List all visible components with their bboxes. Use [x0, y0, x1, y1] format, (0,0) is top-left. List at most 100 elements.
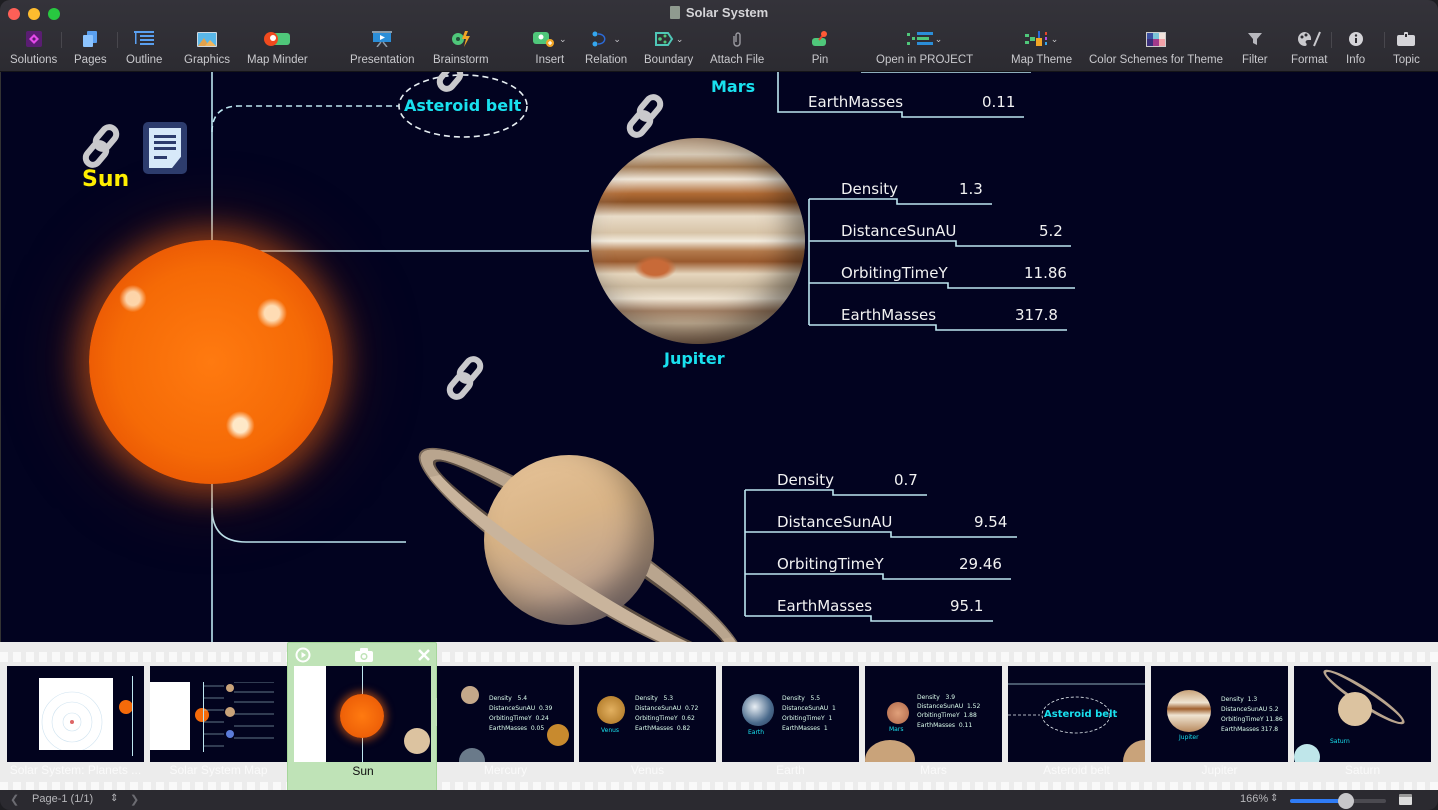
- thumb-text: OrbitingTimeY 0.24: [489, 715, 549, 722]
- trunk-thumb: [132, 676, 133, 756]
- toolbar-graphics-button[interactable]: Graphics: [184, 28, 230, 70]
- asteroid-belt-topic-label[interactable]: Asteroid belt: [404, 96, 521, 115]
- zoom-slider-knob[interactable]: [1337, 793, 1354, 809]
- saturn-density-value[interactable]: 0.7: [894, 471, 918, 489]
- thumb-text: Venus: [601, 727, 620, 734]
- toolbar-attach-file-button[interactable]: Attach File: [710, 28, 764, 70]
- saturn-orbit-line: [745, 573, 1011, 580]
- jupiter-density-value[interactable]: 1.3: [959, 180, 983, 198]
- mars-property-name[interactable]: EarthMasses: [808, 93, 903, 111]
- toolbar-relation-button[interactable]: ⌄ Relation: [585, 28, 627, 70]
- zoom-slider[interactable]: [1290, 793, 1386, 809]
- toolbar-outline-button[interactable]: Outline: [126, 28, 162, 70]
- jupiter-density-name[interactable]: Density: [841, 180, 898, 198]
- saturn-distance-name[interactable]: DistanceSunAU: [777, 513, 892, 531]
- jupiter-mass-name[interactable]: EarthMasses: [841, 306, 936, 324]
- sun-topic-label[interactable]: Sun: [82, 167, 129, 192]
- page-stepper-icon[interactable]: ⇕: [110, 793, 118, 804]
- asteroid-belt-connector: [211, 105, 399, 133]
- saturn-orbit-name[interactable]: OrbitingTimeY: [777, 555, 884, 573]
- toolbar-label: Topic: [1393, 54, 1420, 66]
- panel-toggle-icon[interactable]: [1399, 794, 1412, 805]
- toolbar: Solar System Solutions Pages Outline Gra…: [0, 0, 1438, 72]
- note-icon[interactable]: [143, 122, 187, 174]
- slide-thumbnail[interactable]: Density 5.5 DistanceSunAU 1 OrbitingTime…: [722, 666, 859, 762]
- toolbar-boundary-button[interactable]: ⌄ Boundary: [644, 28, 693, 70]
- chevron-down-icon: ⌄: [934, 33, 943, 44]
- saturn-mass-value[interactable]: 95.1: [950, 597, 983, 615]
- previous-page-icon[interactable]: ❮: [10, 793, 19, 806]
- graphics-icon: [197, 28, 218, 50]
- mind-map-canvas[interactable]: Sun Asteroid belt Mars EarthMasses 0.11 …: [0, 72, 1438, 642]
- thumb-text: Saturn: [1330, 738, 1350, 745]
- slide-label: Saturn: [1344, 763, 1381, 777]
- toolbar-pages-button[interactable]: Pages: [74, 28, 107, 70]
- toolbar-presentation-button[interactable]: Presentation: [350, 28, 415, 70]
- slide-thumbnail[interactable]: Density 5.4 DistanceSunAU 0.39 OrbitingT…: [437, 666, 574, 762]
- chevron-down-icon: ⌄: [613, 33, 621, 44]
- mars-topic-label[interactable]: Mars: [711, 77, 755, 96]
- toolbar-topic-button[interactable]: Topic: [1393, 28, 1420, 70]
- map-theme-icon: ⌄: [1024, 28, 1059, 50]
- slide-thumbnail[interactable]: [150, 666, 287, 762]
- slide-label: Venus: [630, 763, 665, 777]
- toolbar-insert-button[interactable]: ⌄ Insert: [533, 28, 567, 70]
- sun-image[interactable]: [89, 240, 333, 484]
- play-icon[interactable]: [295, 647, 311, 667]
- link-icon[interactable]: [441, 352, 493, 404]
- slide-thumbnail[interactable]: [7, 666, 144, 762]
- chevron-down-icon: ⌄: [675, 33, 684, 44]
- slide-filmstrip[interactable]: Sun + Solar System: Planets ... Solar Sy…: [0, 642, 1438, 790]
- slide-thumbnail-selected[interactable]: [294, 666, 431, 762]
- toolbar-map-theme-button[interactable]: ⌄ Map Theme: [1011, 28, 1072, 70]
- link-icon[interactable]: [621, 90, 673, 142]
- thumb-text: OrbitingTimeY 1: [782, 715, 833, 722]
- thumb-text: Jupiter: [1179, 734, 1199, 741]
- next-page-icon[interactable]: ❯: [130, 793, 139, 806]
- chevron-down-icon: ⌄: [1050, 33, 1059, 44]
- mars-property-value[interactable]: 0.11: [982, 93, 1015, 111]
- jupiter-orbit-value[interactable]: 11.86: [1024, 264, 1067, 282]
- camera-icon[interactable]: [354, 647, 374, 667]
- jupiter-image[interactable]: [591, 138, 805, 344]
- link-icon[interactable]: [77, 120, 129, 172]
- page-indicator[interactable]: Page-1 (1/1): [32, 793, 93, 805]
- saturn-distance-value[interactable]: 9.54: [974, 513, 1007, 531]
- link-icon[interactable]: [431, 72, 483, 96]
- toolbar-format-button[interactable]: Format: [1291, 28, 1327, 70]
- jupiter-density-line: [809, 198, 992, 205]
- toolbar-pin-button[interactable]: Pin: [811, 28, 829, 70]
- toolbar-filter-button[interactable]: Filter: [1242, 28, 1268, 70]
- saturn-mass-name[interactable]: EarthMasses: [777, 597, 872, 615]
- toolbar-map-minder-button[interactable]: Map Minder: [247, 28, 308, 70]
- saturn-orbit-value[interactable]: 29.46: [959, 555, 1002, 573]
- thumb-text: Density 5.5: [782, 695, 821, 702]
- map-minder-icon: [264, 28, 291, 50]
- thumb-text: EarthMasses 0.82: [635, 725, 691, 732]
- jupiter-mass-value[interactable]: 317.8: [1015, 306, 1058, 324]
- presentation-icon: [372, 28, 393, 50]
- jupiter-orbit-name[interactable]: OrbitingTimeY: [841, 264, 948, 282]
- slide-thumbnail[interactable]: Saturn: [1294, 666, 1431, 762]
- toolbar-info-button[interactable]: Info: [1346, 28, 1365, 70]
- slide-thumbnail[interactable]: Density 3.9 DistanceSunAU 1.52 OrbitingT…: [865, 666, 1002, 762]
- toolbar-divider: [1331, 32, 1332, 48]
- toolbar-open-in-project-button[interactable]: ⌄ Open in PROJECT: [876, 28, 973, 70]
- toolbar-solutions-button[interactable]: Solutions: [10, 28, 57, 70]
- slide-thumbnail[interactable]: Density 1.3 DistanceSunAU 5.2 OrbitingTi…: [1151, 666, 1288, 762]
- slide-thumbnail[interactable]: Asteroid belt: [1008, 666, 1145, 762]
- saturn-density-name[interactable]: Density: [777, 471, 834, 489]
- chevron-down-icon: ⌄: [559, 33, 567, 44]
- zoom-stepper-icon[interactable]: ⇕: [1270, 793, 1278, 804]
- jupiter-topic-label[interactable]: Jupiter: [664, 349, 725, 368]
- sun-thumb: [119, 700, 133, 714]
- slide-thumbnail[interactable]: Density 5.3 DistanceSunAU 0.72 OrbitingT…: [579, 666, 716, 762]
- toolbar-label: Color Schemes for Theme: [1089, 54, 1224, 66]
- toolbar-brainstorm-button[interactable]: Brainstorm: [433, 28, 489, 70]
- saturn-thumb: [1338, 692, 1372, 726]
- toolbar-color-schemes-button[interactable]: Color Schemes for Theme: [1089, 28, 1223, 70]
- jupiter-distance-value[interactable]: 5.2: [1039, 222, 1063, 240]
- zoom-level[interactable]: 166%: [1240, 793, 1268, 805]
- jupiter-distance-name[interactable]: DistanceSunAU: [841, 222, 956, 240]
- close-icon[interactable]: [417, 647, 431, 666]
